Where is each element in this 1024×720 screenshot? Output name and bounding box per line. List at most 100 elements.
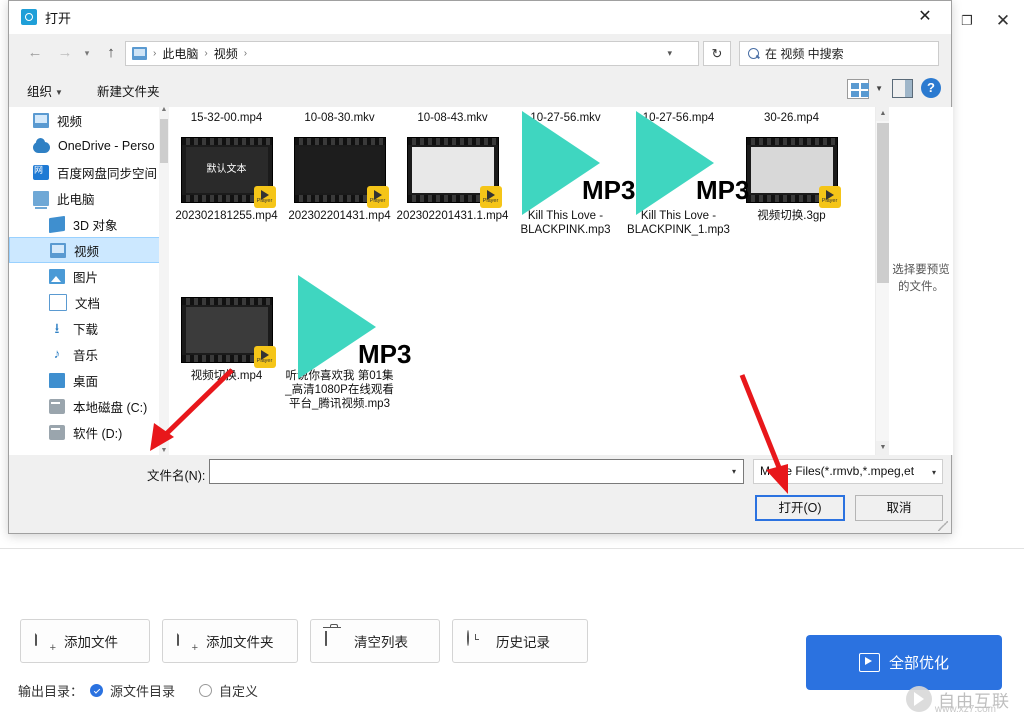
list-item[interactable]: 10-08-30.mkv [283,111,396,125]
search-icon [748,48,759,59]
add-file-button[interactable]: + 添加文件 [20,619,150,663]
list-item[interactable]: 15-32-00.mp4 [170,111,283,125]
sidebar-item-documents[interactable]: 文档 [9,289,169,315]
scroll-down-icon[interactable]: ▼ [160,447,168,454]
chevron-down-icon: ▼ [55,88,63,98]
sidebar-item-videos[interactable]: 视频 [9,237,169,263]
close-button[interactable]: ✕ [992,10,1014,32]
list-item[interactable]: Player 视频切换.mp4 [170,297,283,411]
folder-icon [33,112,49,128]
up-button[interactable]: ↑ [99,41,123,65]
output-directory-label: 输出目录： [18,684,84,699]
sidebar-item-videos-quick[interactable]: 视频 [9,107,169,133]
refresh-button[interactable]: ↻ [703,41,731,66]
breadcrumb-item-this-pc[interactable]: 此电脑 [162,45,198,62]
sidebar-item-onedrive[interactable]: OneDrive - Perso [9,133,169,159]
sidebar-item-software-d[interactable]: 软件 (D:) [9,419,169,445]
clear-list-label: 清空列表 [354,635,408,650]
sidebar-label: 软件 (D:) [73,426,123,441]
thumbnail: Player [745,137,841,208]
watermark-url: www.xz7.com [934,704,996,715]
list-item[interactable]: Kill This Love - BLACKPINK.mp3 [509,137,622,237]
recent-locations-button[interactable]: ▾ [75,41,99,65]
open-button[interactable]: 打开(O) [755,495,845,521]
file-list-scrollbar[interactable]: ▲ ▼ [875,107,890,455]
optimize-all-button[interactable]: 全部优化 [806,635,1002,690]
navigation-pane-scrollbar[interactable]: ▲ ▼ [159,106,169,455]
music-icon: ♪ [53,345,61,361]
breadcrumb-separator-0: › [153,48,157,59]
file-name: 视频切换.mp4 [190,370,263,382]
list-item[interactable]: 听说你喜欢我 第01集_高清1080P在线观看平台_腾讯视频.mp3 [283,297,396,411]
scroll-down-icon[interactable]: ▼ [876,441,890,455]
cancel-button[interactable]: 取消 [855,495,943,521]
file-name: Kill This Love - BLACKPINK.mp3 [520,210,611,236]
list-item[interactable]: Player 202302201431.1.mp4 [396,137,509,237]
file-type-select[interactable]: Movie Files(*.rmvb,*.mpeg,et ▾ [753,459,943,484]
sidebar-item-this-pc[interactable]: 此电脑 [9,185,169,211]
help-button[interactable]: ? [921,78,941,98]
clear-list-button[interactable]: 清空列表 [310,619,440,663]
list-item[interactable]: 10-27-56.mkv [509,111,622,125]
chevron-down-icon[interactable]: ▾ [932,468,936,477]
open-file-dialog: 打开 ✕ ← → ▾ ↑ › 此电脑 › 视频 › ▾ ↻ 在 视频 中搜索 组… [8,0,953,534]
add-folder-button[interactable]: + 添加文件夹 [162,619,298,663]
list-item[interactable]: 10-08-43.mkv [396,111,509,125]
search-input[interactable]: 在 视频 中搜索 [739,41,939,66]
chevron-down-icon[interactable]: ▼ [875,84,883,93]
list-item[interactable]: Kill This Love - BLACKPINK_1.mp3 [622,137,735,237]
history-button[interactable]: 历史记录 [452,619,588,663]
clock-icon [467,630,486,651]
filename-input[interactable]: ▾ [209,459,744,484]
radio-source-dir[interactable] [90,684,104,697]
sidebar-item-baidu-pan[interactable]: 百度网盘同步空间 [9,159,169,185]
list-item[interactable]: 默认文本 Player 202302181255.mp4 [170,137,283,237]
resize-grip[interactable] [938,521,948,531]
forward-button[interactable]: → [53,41,77,65]
cloud-icon [33,137,50,153]
sidebar-item-3d-objects[interactable]: 3D 对象 [9,211,169,237]
dialog-close-button[interactable]: ✕ [905,5,945,29]
file-name: 202302181255.mp4 [175,210,278,222]
radio-custom-dir[interactable] [199,684,213,697]
file-name: 10-27-56.mkv [530,112,601,124]
dialog-command-bar: 组织 ▼ 新建文件夹 ▼ ? [9,73,951,108]
list-item[interactable]: Player 202302201431.mp4 [283,137,396,237]
list-item[interactable]: Player 视频切换.3gp [735,137,848,237]
sidebar-item-local-disk-c[interactable]: 本地磁盘 (C:) [9,393,169,419]
thumbnail [520,137,612,205]
organize-label: 组织 [27,85,53,99]
address-bar[interactable]: › 此电脑 › 视频 › ▾ [125,41,699,66]
back-button[interactable]: ← [23,41,47,65]
scrollbar-thumb[interactable] [877,123,889,283]
sidebar-item-pictures[interactable]: 图片 [9,263,169,289]
optimize-all-label: 全部优化 [888,655,949,672]
chevron-down-icon[interactable]: ▾ [732,467,736,476]
scrollbar-thumb[interactable] [160,119,168,163]
file-name: 10-27-56.mp4 [642,112,715,124]
content-divider [0,548,1024,549]
sidebar-label: 图片 [73,270,99,285]
sidebar-item-music[interactable]: ♪ 音乐 [9,341,169,367]
chevron-down-icon[interactable]: ▾ [667,48,672,59]
scroll-up-icon[interactable]: ▲ [160,106,168,113]
sidebar-item-downloads[interactable]: ⭳ 下载 [9,315,169,341]
new-folder-button[interactable]: 新建文件夹 [97,81,160,100]
sidebar-label: 本地磁盘 (C:) [73,400,148,415]
view-layout-icon[interactable] [847,79,869,99]
sidebar-label: 下载 [73,322,99,337]
thumbnail [294,297,386,365]
file-name: 10-08-30.mkv [304,112,375,124]
output-custom-label[interactable]: 自定义 [219,681,258,700]
output-source-label[interactable]: 源文件目录 [110,681,175,700]
sidebar-item-desktop[interactable]: 桌面 [9,367,169,393]
scroll-up-icon[interactable]: ▲ [876,107,890,121]
maximize-button[interactable]: ❐ [956,10,978,32]
list-item[interactable]: 30-26.mp4 [735,111,848,125]
organize-menu-button[interactable]: 组织 ▼ [27,81,63,100]
preview-pane-icon[interactable] [892,79,913,98]
baidu-pan-icon [33,163,49,180]
list-item[interactable]: 10-27-56.mp4 [622,111,735,125]
breadcrumb-item-videos[interactable]: 视频 [214,45,238,62]
sidebar-label: 此电脑 [57,192,95,207]
